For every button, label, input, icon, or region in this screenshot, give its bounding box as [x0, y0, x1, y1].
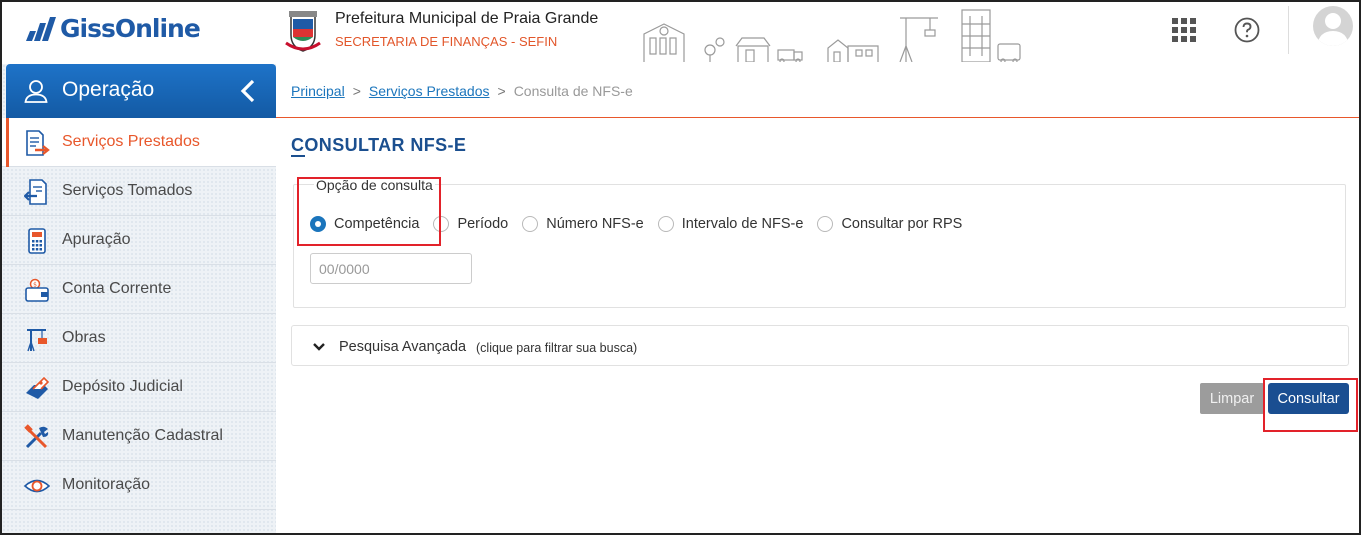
advanced-search-toggle[interactable]: Pesquisa Avançada (clique para filtrar s… [291, 325, 1349, 366]
breadcrumb-home-link[interactable]: Principal [291, 83, 345, 99]
content-divider [276, 117, 1359, 118]
sidebar-item-apuracao[interactable]: Apuração [2, 216, 276, 265]
sidebar: Operação Serviços Prestados Serviços Tom… [2, 64, 276, 533]
app-window: GissOnline Prefeitura Municipal de Praia… [0, 0, 1361, 535]
top-header: GissOnline Prefeitura Municipal de Praia… [2, 2, 1359, 62]
sidebar-item-label: Monitoração [62, 476, 151, 493]
radio-consultar-rps[interactable]: Consultar por RPS [817, 216, 962, 232]
radio-label: Competência [334, 216, 420, 232]
sidebar-item-label: Depósito Judicial [62, 378, 183, 395]
city-crest-icon [285, 11, 321, 52]
sidebar-item-label: Manutenção Cadastral [62, 427, 223, 444]
help-icon[interactable] [1234, 17, 1260, 43]
radio-button[interactable] [522, 216, 539, 232]
sidebar-item-obras[interactable]: Obras [2, 314, 276, 363]
radio-button[interactable] [433, 216, 450, 232]
apps-grid-icon[interactable] [1172, 18, 1196, 42]
gissonline-logo[interactable]: GissOnline [24, 14, 201, 43]
header-divider [1288, 6, 1289, 54]
radio-intervalo-nfse[interactable]: Intervalo de NFS-e [657, 216, 804, 232]
page-title: CONSULTAR NFS-E [291, 135, 467, 155]
breadcrumb-separator: > [497, 83, 506, 99]
sidebar-item-monitoracao[interactable]: Monitoração [2, 461, 276, 510]
logo-text: GissOnline [60, 14, 201, 43]
radio-numero-nfse[interactable]: Número NFS-e [522, 216, 644, 232]
consulta-options-panel [293, 184, 1346, 308]
chevron-left-icon[interactable] [238, 79, 260, 103]
radio-competencia[interactable]: Competência [310, 216, 419, 232]
city-skyline-illustration [643, 9, 1021, 62]
crane-icon [27, 329, 47, 352]
breadcrumb-section-link[interactable]: Serviços Prestados [369, 83, 490, 99]
consultar-button[interactable]: Consultar [1268, 383, 1349, 414]
logo-bars-icon [26, 16, 56, 41]
sidebar-item-deposito-judicial[interactable]: Depósito Judicial [2, 363, 276, 412]
sidebar-item-label: Serviços Prestados [62, 133, 200, 150]
page-title-accent [291, 155, 305, 157]
radio-label: Período [457, 216, 509, 232]
advanced-search-hint: (clique para filtrar sua busca) [476, 341, 638, 355]
sidebar-menu: Serviços Prestados Serviços Tomados Apur… [2, 118, 276, 510]
avatar-silhouette-icon [1317, 13, 1349, 46]
radio-button[interactable] [817, 216, 834, 232]
prefeitura-title: Prefeitura Municipal de Praia Grande [335, 10, 599, 27]
sidebar-title: Operação [62, 78, 155, 101]
clear-button[interactable]: Limpar [1200, 383, 1264, 414]
sidebar-item-conta-corrente[interactable]: $ Conta Corrente [2, 265, 276, 314]
competencia-input[interactable] [310, 253, 472, 284]
radio-label: Número NFS-e [546, 216, 644, 232]
sidebar-item-label: Obras [62, 329, 106, 346]
radio-label: Consultar por RPS [841, 216, 963, 232]
sidebar-item-servicos-tomados[interactable]: Serviços Tomados [2, 167, 276, 216]
radio-label: Intervalo de NFS-e [681, 216, 804, 232]
secretaria-subtitle: SECRETARIA DE FINANÇAS - SEFIN [335, 34, 558, 49]
sidebar-item-manutencao-cadastral[interactable]: Manutenção Cadastral [2, 412, 276, 461]
sidebar-item-servicos-prestados[interactable]: Serviços Prestados [2, 118, 276, 167]
user-outline-icon [24, 80, 48, 103]
deposit-hand-icon [26, 376, 50, 399]
advanced-search-title: Pesquisa Avançada [339, 339, 467, 355]
tools-icon [24, 424, 49, 449]
chevron-down-icon [313, 343, 325, 351]
breadcrumb-separator: > [352, 83, 361, 99]
sidebar-item-label: Apuração [62, 231, 131, 248]
sidebar-item-label: Serviços Tomados [62, 182, 193, 199]
consulta-options-legend: Opção de consulta [314, 177, 435, 193]
document-import-icon [24, 179, 47, 205]
sidebar-item-label: Conta Corrente [62, 280, 172, 297]
consulta-radio-group: Competência Período Número NFS-e Interva… [310, 214, 976, 234]
radio-periodo[interactable]: Período [433, 216, 508, 232]
radio-button[interactable] [310, 216, 326, 232]
eye-icon [24, 479, 50, 493]
breadcrumb-current: Consulta de NFS-e [513, 83, 633, 99]
sidebar-header[interactable]: Operação [6, 64, 276, 118]
user-avatar[interactable] [1313, 6, 1353, 46]
breadcrumb: Principal > Serviços Prestados > Consulta de… [291, 83, 633, 99]
document-export-icon [26, 130, 50, 156]
calculator-icon [28, 228, 46, 254]
wallet-icon: $ [25, 278, 49, 302]
radio-button[interactable] [657, 216, 674, 232]
